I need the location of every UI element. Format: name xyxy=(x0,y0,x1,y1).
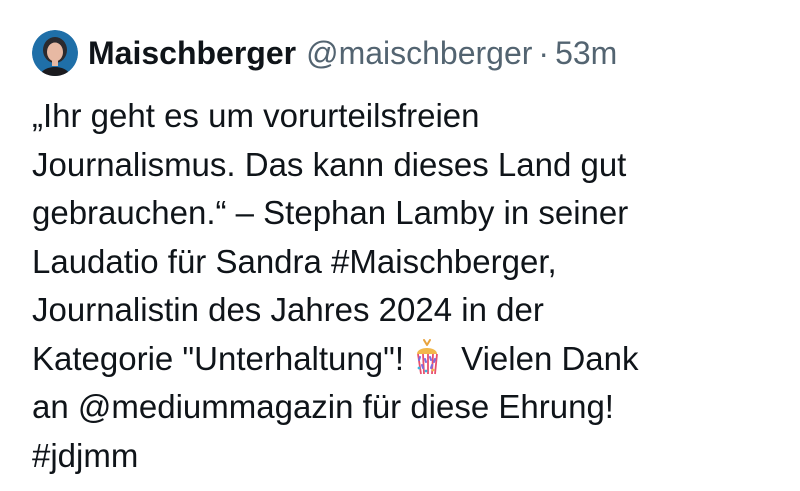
author-handle[interactable]: @maischberger xyxy=(306,35,532,72)
tweet-timestamp[interactable]: 53m xyxy=(555,35,617,72)
tweet-header: Maischberger @maischberger · 53m xyxy=(32,26,800,80)
tweet-line-5: Journalistin des Jahres 2024 in der xyxy=(32,291,544,328)
separator-dot: · xyxy=(538,34,550,71)
avatar-image-icon xyxy=(32,30,78,76)
tweet-line-2: Journalismus. Das kann dieses Land gut xyxy=(32,145,627,183)
tweet-line-8: #jdjmm xyxy=(32,432,772,481)
tweet-text: „Ihr geht es um vorurteilsfreien Journal… xyxy=(32,92,772,480)
tweet-line-3: gebrauchen.“ – Stephan Lamby in seiner xyxy=(32,194,629,231)
tweet-card: Maischberger @maischberger · 53m „Ihr ge… xyxy=(0,0,800,491)
hashtag-jdjmm[interactable]: #jdjmm xyxy=(32,437,138,474)
confetti-ball-icon xyxy=(408,338,446,376)
tweet-text-segment: für diese Ehrung! xyxy=(353,388,614,425)
mention-mediummagazin[interactable]: @mediummagazin xyxy=(78,388,354,425)
tweet-line-6: Kategorie "Unterhaltung"! Vielen Dank xyxy=(32,335,772,384)
tweet-text-segment: , xyxy=(547,242,557,280)
avatar[interactable] xyxy=(32,30,78,76)
tweet-text-segment: an xyxy=(32,388,78,425)
tweet-text-segment: Kategorie "Unterhaltung"! xyxy=(32,339,404,377)
author-name[interactable]: Maischberger xyxy=(88,35,296,72)
tweet-line-7: an @mediummagazin für diese Ehrung! xyxy=(32,383,772,432)
tweet-text-segment: Vielen Dank xyxy=(452,339,639,377)
hashtag-maischberger[interactable]: #Maischberger xyxy=(331,243,547,280)
tweet-line-4: Laudatio für Sandra #Maischberger, xyxy=(32,238,772,287)
tweet-text-segment: Laudatio für Sandra xyxy=(32,242,332,280)
tweet-line-1: „Ihr geht es um vorurteilsfreien xyxy=(32,97,480,134)
